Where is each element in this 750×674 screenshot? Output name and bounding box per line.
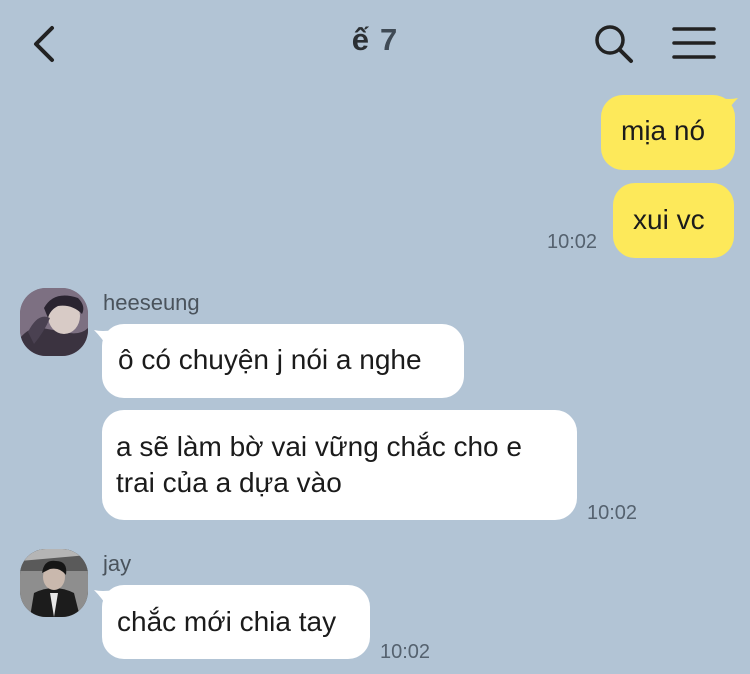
message-text-line: trai của a dựa vào (116, 467, 342, 498)
their-message-bubble[interactable]: ô có chuyện j nói a nghe (102, 324, 464, 398)
my-message-bubble[interactable]: mịa nó (601, 95, 735, 170)
their-message-bubble[interactable]: a sẽ làm bờ vai vững chắc cho e trai của… (102, 410, 577, 520)
message-timestamp: 10:02 (380, 641, 431, 663)
menu-icon[interactable] (672, 26, 716, 60)
message-timestamp: 10:02 (547, 231, 598, 253)
avatar-jay[interactable] (20, 549, 88, 617)
avatar-photo (20, 549, 88, 617)
message-text: chắc mới chia tay (117, 606, 337, 637)
message-text: ô có chuyện j nói a nghe (118, 344, 422, 375)
sender-name: jay (103, 551, 132, 576)
avatar-heeseung[interactable] (20, 288, 88, 356)
chat-title-text: ế (351, 22, 370, 57)
message-text-line: a sẽ làm bờ vai vững chắc cho e (116, 431, 522, 462)
message-timestamp: 10:02 (587, 502, 638, 524)
message-text: mịa nó (621, 115, 706, 146)
sender-name: heeseung (103, 290, 200, 315)
chat-header: ế7 (0, 0, 750, 90)
member-count: 7 (380, 22, 399, 57)
message-text: xui vc (633, 204, 705, 235)
their-message-bubble[interactable]: chắc mới chia tay (102, 585, 370, 659)
my-message-bubble[interactable]: xui vc (613, 183, 734, 258)
chat-title[interactable]: ế7 (0, 22, 750, 58)
avatar-photo (20, 288, 88, 356)
search-icon[interactable] (592, 22, 634, 64)
